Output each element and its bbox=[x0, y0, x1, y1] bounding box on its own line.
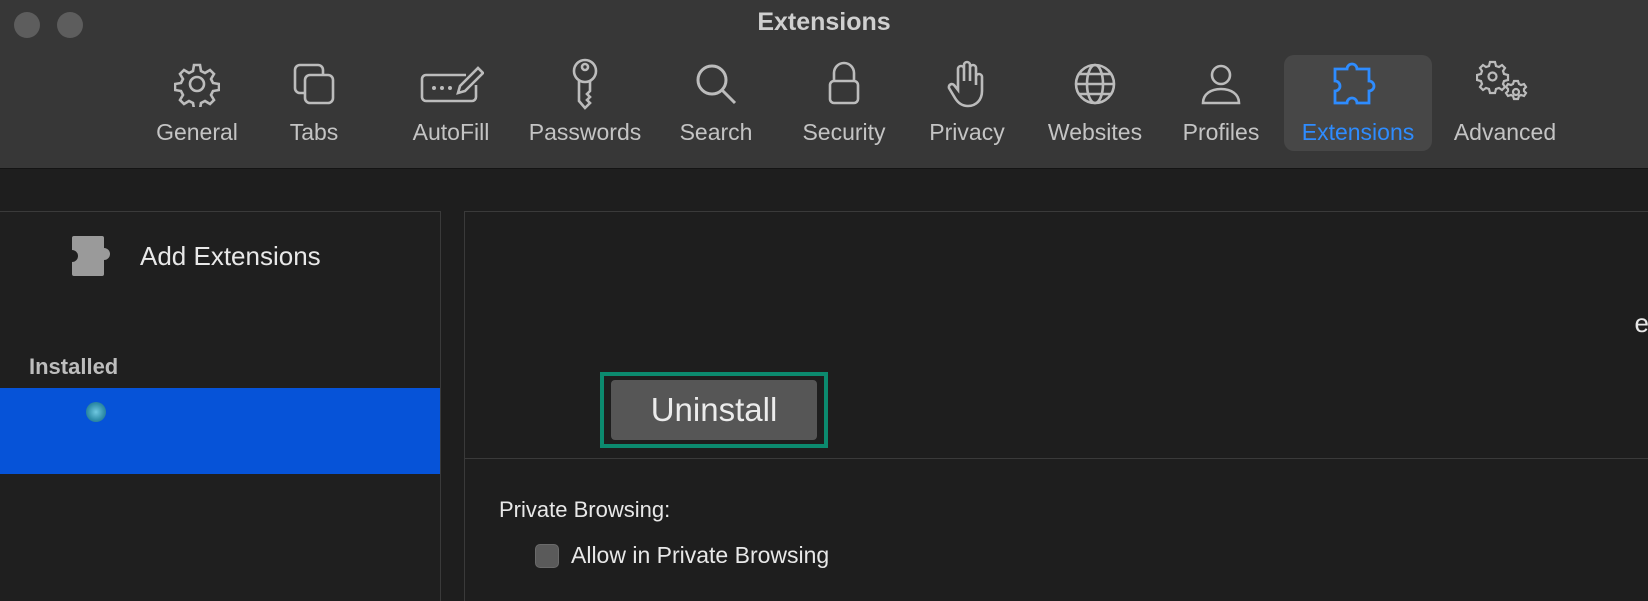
puzzle-icon bbox=[1331, 55, 1385, 113]
tab-label: Passwords bbox=[528, 119, 642, 145]
gear-icon bbox=[174, 55, 220, 113]
puzzle-icon bbox=[72, 236, 110, 276]
tab-label: Search bbox=[679, 119, 753, 145]
key-icon bbox=[565, 55, 605, 113]
globe-icon bbox=[1072, 55, 1118, 113]
allow-private-browsing-option[interactable]: Allow in Private Browsing bbox=[535, 542, 829, 569]
tab-label: Tabs bbox=[289, 119, 339, 145]
tabs-icon bbox=[291, 55, 337, 113]
autofill-icon bbox=[418, 55, 484, 113]
tab-general[interactable]: General bbox=[154, 55, 240, 151]
tab-label: Websites bbox=[1047, 119, 1143, 145]
tab-label: Extensions bbox=[1301, 119, 1415, 145]
tab-passwords[interactable]: Passwords bbox=[524, 55, 646, 151]
uninstall-highlight: Uninstall bbox=[600, 372, 828, 448]
extension-detail-pane: e Uninstall Private Browsing: Allow in P… bbox=[464, 211, 1648, 601]
allow-private-browsing-checkbox[interactable] bbox=[535, 543, 559, 568]
extensions-sidebar: Add Extensions Installed bbox=[0, 211, 441, 601]
installed-section-title: Installed bbox=[29, 354, 119, 379]
tab-search[interactable]: Search bbox=[676, 55, 756, 151]
tab-websites[interactable]: Websites bbox=[1040, 55, 1150, 151]
tab-label: Security bbox=[802, 119, 886, 145]
uninstall-button[interactable]: Uninstall bbox=[611, 380, 817, 440]
allow-private-browsing-label: Allow in Private Browsing bbox=[571, 542, 830, 568]
tab-label: AutoFill bbox=[412, 119, 490, 145]
section-divider bbox=[465, 458, 1648, 459]
extension-icon bbox=[86, 402, 106, 422]
tab-label: General bbox=[156, 119, 238, 145]
add-extensions-button[interactable]: Add Extensions bbox=[70, 234, 321, 278]
tab-label: Privacy bbox=[929, 119, 1005, 145]
tab-security[interactable]: Security bbox=[794, 55, 894, 151]
installed-extension-row[interactable] bbox=[0, 388, 440, 474]
gears-icon bbox=[1476, 55, 1534, 113]
tab-label: Profiles bbox=[1182, 119, 1260, 145]
private-browsing-label: Private Browsing: bbox=[499, 497, 671, 522]
window-title: Extensions bbox=[757, 8, 891, 36]
add-extensions-label: Add Extensions bbox=[140, 240, 321, 271]
magnifier-icon bbox=[693, 55, 739, 113]
tab-tabs[interactable]: Tabs bbox=[279, 55, 349, 151]
lock-icon bbox=[824, 55, 864, 113]
preferences-toolbar: Extensions General Tabs AutoFill Passwor… bbox=[0, 0, 1648, 169]
tab-label: Advanced bbox=[1453, 119, 1557, 145]
tab-extensions[interactable]: Extensions bbox=[1284, 55, 1432, 151]
tab-autofill[interactable]: AutoFill bbox=[404, 55, 498, 151]
tab-profiles[interactable]: Profiles bbox=[1176, 55, 1266, 151]
hand-icon bbox=[946, 55, 988, 113]
tab-advanced[interactable]: Advanced bbox=[1446, 55, 1564, 151]
description-text-fragment: e bbox=[1634, 308, 1648, 338]
tab-privacy[interactable]: Privacy bbox=[924, 55, 1010, 151]
person-icon bbox=[1198, 55, 1244, 113]
